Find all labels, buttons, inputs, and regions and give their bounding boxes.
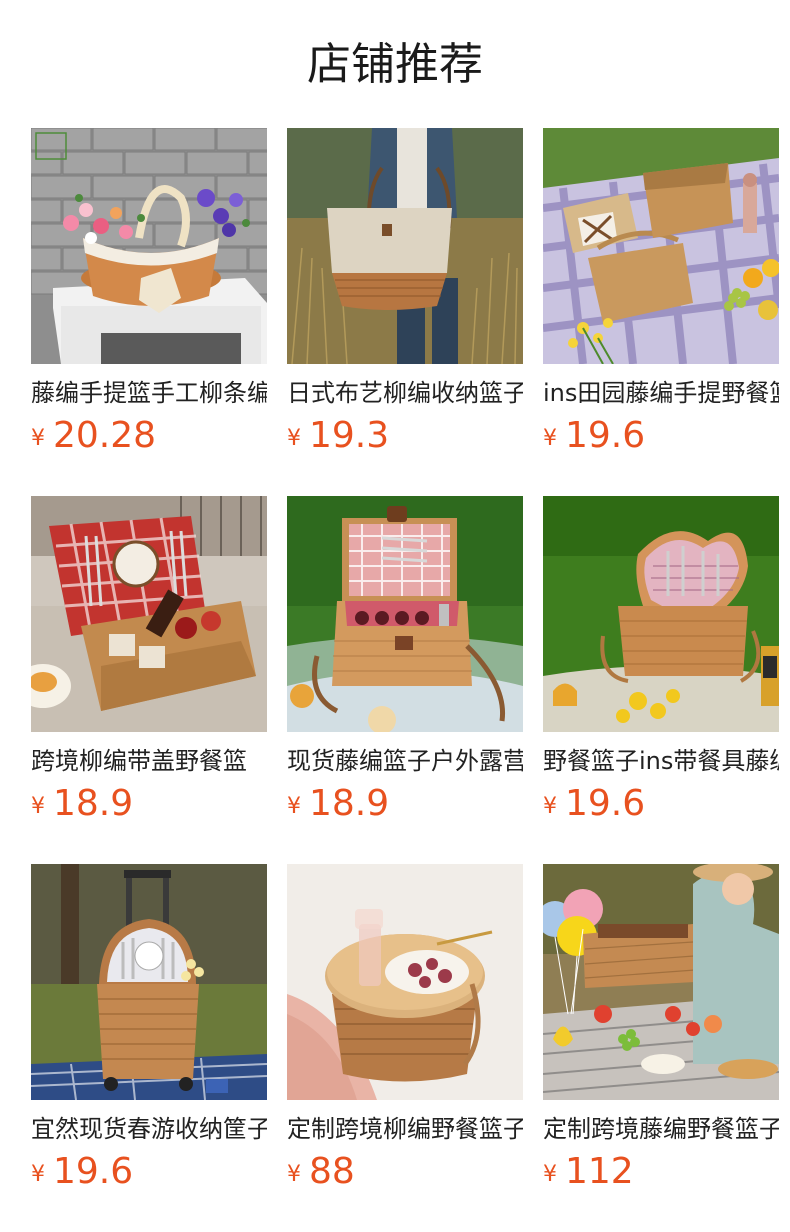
picnic-scene-image[interactable] [543, 864, 779, 1100]
currency-symbol: ¥ [287, 1162, 301, 1187]
product-name[interactable]: 现货藤编篮子户外露营 [287, 744, 523, 778]
red-gingham-hamper-image[interactable] [287, 496, 523, 732]
product-name[interactable]: 跨境柳编带盖野餐篮 [31, 744, 267, 778]
page-title: 店铺推荐 [307, 39, 483, 90]
product-price: ¥19.6 [31, 1150, 267, 1200]
currency-symbol: ¥ [287, 426, 301, 451]
flower-basket-image[interactable] [31, 128, 267, 364]
product-name[interactable]: 野餐篮子ins带餐具藤编 [543, 744, 779, 778]
price-value: 20.28 [53, 415, 157, 456]
price-value: 18.9 [53, 783, 134, 824]
product-card[interactable]: 藤编手提篮手工柳条编织 ¥20.28 [31, 128, 267, 496]
product-name[interactable]: 日式布艺柳编收纳篮子 [287, 376, 523, 410]
trolley-picnic-basket-image[interactable] [31, 864, 267, 1100]
price-value: 19.6 [53, 1151, 134, 1192]
price-value: 112 [565, 1151, 634, 1192]
price-value: 18.9 [309, 783, 390, 824]
currency-symbol: ¥ [543, 794, 557, 819]
product-card[interactable]: 日式布艺柳编收纳篮子 ¥19.3 [287, 128, 523, 496]
product-price: ¥18.9 [31, 782, 267, 832]
product-name[interactable]: 藤编手提篮手工柳条编织 [31, 376, 267, 410]
product-card[interactable]: 野餐篮子ins带餐具藤编 ¥19.6 [543, 496, 779, 864]
product-price: ¥19.6 [543, 782, 779, 832]
product-card[interactable]: 定制跨境藤编野餐篮子 ¥112 [543, 864, 779, 1232]
product-card[interactable]: ins田园藤编手提野餐篮 ¥19.6 [543, 128, 779, 496]
open-picnic-hamper-image[interactable] [31, 496, 267, 732]
currency-symbol: ¥ [31, 426, 45, 451]
product-price: ¥18.9 [287, 782, 523, 832]
round-wood-lid-basket-image[interactable] [287, 864, 523, 1100]
price-value: 19.6 [565, 783, 646, 824]
price-value: 19.6 [565, 415, 646, 456]
product-card[interactable]: 现货藤编篮子户外露营 ¥18.9 [287, 496, 523, 864]
heart-picnic-basket-image[interactable] [543, 496, 779, 732]
product-price: ¥88 [287, 1150, 523, 1200]
currency-symbol: ¥ [31, 1162, 45, 1187]
product-name[interactable]: ins田园藤编手提野餐篮 [543, 376, 779, 410]
product-card[interactable]: 跨境柳编带盖野餐篮 ¥18.9 [31, 496, 267, 864]
picnic-baskets-on-gingham-image[interactable] [543, 128, 779, 364]
product-name[interactable]: 宜然现货春游收纳筐子 [31, 1112, 267, 1146]
product-price: ¥20.28 [31, 414, 267, 464]
product-card[interactable]: 定制跨境柳编野餐篮子 ¥88 [287, 864, 523, 1232]
currency-symbol: ¥ [31, 794, 45, 819]
product-name[interactable]: 定制跨境藤编野餐篮子 [543, 1112, 779, 1146]
price-value: 19.3 [309, 415, 390, 456]
canvas-wicker-tote-image[interactable] [287, 128, 523, 364]
product-grid: 藤编手提篮手工柳条编织 ¥20.28 [31, 128, 779, 1232]
product-price: ¥19.3 [287, 414, 523, 464]
product-price: ¥19.6 [543, 414, 779, 464]
price-value: 88 [309, 1151, 355, 1192]
product-card[interactable]: 宜然现货春游收纳筐子 ¥19.6 [31, 864, 267, 1232]
currency-symbol: ¥ [287, 794, 301, 819]
product-price: ¥112 [543, 1150, 779, 1200]
currency-symbol: ¥ [543, 426, 557, 451]
product-name[interactable]: 定制跨境柳编野餐篮子 [287, 1112, 523, 1146]
currency-symbol: ¥ [543, 1162, 557, 1187]
